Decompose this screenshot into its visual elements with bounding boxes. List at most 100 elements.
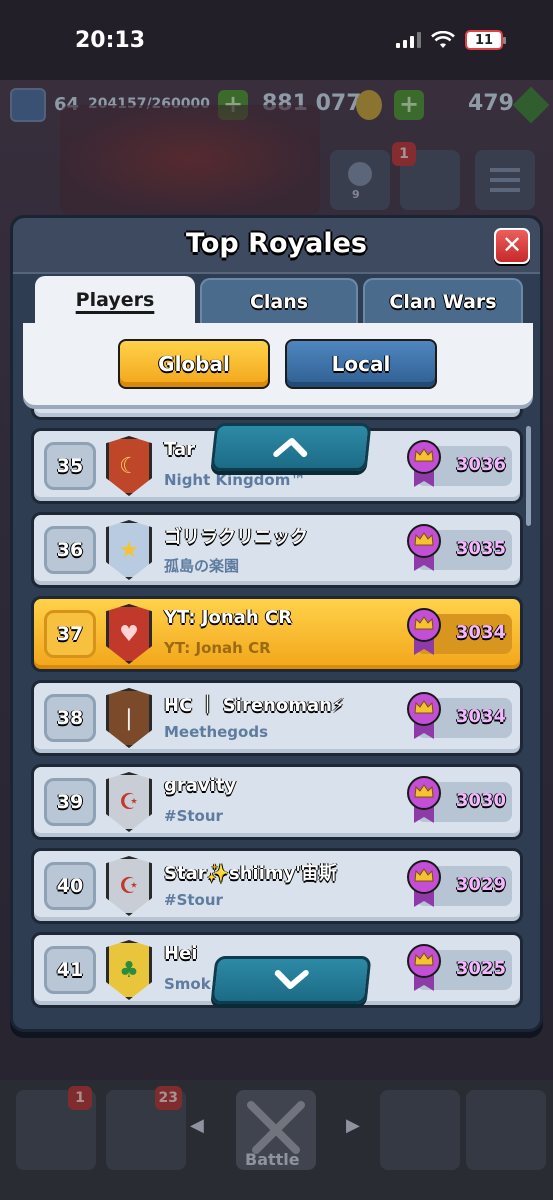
gem-amount: 479 bbox=[468, 91, 514, 116]
gold-coin-icon bbox=[356, 90, 382, 120]
rank-number: 37 bbox=[44, 610, 96, 658]
bamboo-icon: ❘ bbox=[119, 705, 139, 731]
shop-badge: 1 bbox=[68, 1086, 92, 1110]
leaderboard-tabs: Players Clans Clan Wars bbox=[35, 276, 525, 328]
nav-clan[interactable] bbox=[380, 1090, 460, 1170]
clan-name: YT: Jonah CR bbox=[164, 639, 271, 657]
trophy-count: 3030 bbox=[455, 790, 506, 811]
clan-name: Smok bbox=[164, 975, 211, 993]
trophy-count: 3034 bbox=[455, 622, 506, 643]
table-row[interactable]: 36 ★ ゴリラクリニック 孤島の楽園 3035 bbox=[31, 512, 523, 588]
close-button[interactable]: ✕ bbox=[494, 228, 530, 264]
social-button[interactable]: 9 bbox=[330, 150, 390, 210]
clan-name: #Stour bbox=[164, 807, 223, 825]
nav-events[interactable] bbox=[466, 1090, 546, 1170]
clan-badge-icon: ☪ bbox=[106, 856, 152, 916]
crown-medal-icon bbox=[407, 440, 441, 487]
player-name: Tar bbox=[164, 439, 195, 460]
rank-number: 36 bbox=[44, 526, 96, 574]
player-name: HC ｜ Sirenoman⚡ bbox=[164, 695, 345, 716]
gem-icon bbox=[512, 86, 550, 124]
crown-medal-icon bbox=[407, 860, 441, 907]
clan-badge-icon: ☪ bbox=[106, 772, 152, 832]
table-row[interactable]: 38 ❘ HC ｜ Sirenoman⚡ Meethegods 3034 bbox=[31, 680, 523, 756]
trophy-count: 3035 bbox=[455, 538, 506, 559]
global-button[interactable]: Global bbox=[118, 339, 270, 389]
scroll-up-button[interactable] bbox=[210, 423, 372, 471]
status-time: 20:13 bbox=[75, 28, 146, 53]
top-royales-dialog: Top Royales ✕ Players Clans Clan Wars Gl… bbox=[10, 215, 543, 1032]
table-row[interactable] bbox=[31, 406, 523, 420]
star-icon: ★ bbox=[119, 537, 139, 563]
status-bar: 20:13 11 bbox=[0, 0, 553, 80]
tree-icon: ♣ bbox=[119, 957, 139, 983]
battle-label: Battle bbox=[245, 1150, 300, 1169]
local-button[interactable]: Local bbox=[285, 339, 437, 389]
clan-badge-icon: ♣ bbox=[106, 940, 152, 1000]
table-row[interactable]: 39 ☪ gravity #Stour 3030 bbox=[31, 764, 523, 840]
dialog-title: Top Royales bbox=[186, 228, 367, 259]
rank-number: 39 bbox=[44, 778, 96, 826]
trophy-count: 3036 bbox=[455, 454, 506, 475]
status-icons: 11 bbox=[396, 30, 506, 50]
player-name: YT: Jonah CR bbox=[164, 607, 292, 628]
cards-badge: 23 bbox=[154, 1086, 182, 1110]
chevron-down-icon bbox=[274, 970, 309, 989]
tab-clan-wars[interactable]: Clan Wars bbox=[363, 278, 523, 326]
clan-name: Night Kingdom™ bbox=[164, 471, 306, 489]
trophy-count: 3029 bbox=[455, 874, 506, 895]
tab-clans[interactable]: Clans bbox=[200, 278, 358, 326]
crown-medal-icon bbox=[407, 692, 441, 739]
wifi-icon bbox=[431, 31, 455, 48]
player-name: Star✨shiimy'宙斯 bbox=[164, 863, 337, 884]
event-banner[interactable] bbox=[60, 105, 320, 215]
news-button[interactable]: 1 bbox=[392, 142, 460, 210]
news-badge: 1 bbox=[392, 142, 416, 166]
player-name: Hei bbox=[164, 943, 198, 964]
crescent-icon: ☪ bbox=[119, 873, 139, 899]
nav-left-arrow-icon[interactable]: ◀ bbox=[190, 1115, 204, 1136]
signal-icon bbox=[396, 32, 421, 48]
clan-badge-icon: ★ bbox=[106, 520, 152, 580]
battery-level: 11 bbox=[467, 32, 501, 48]
clan-name: #Stour bbox=[164, 891, 223, 909]
player-name: ゴリラクリニック bbox=[164, 527, 308, 548]
clan-badge-icon: ☾ bbox=[106, 436, 152, 496]
scroll-down-button[interactable] bbox=[210, 956, 372, 1004]
heart-icon: ♥ bbox=[119, 621, 139, 647]
add-gold-button[interactable]: + bbox=[394, 90, 424, 120]
clan-badge-icon: ❘ bbox=[106, 688, 152, 748]
friends-icon bbox=[348, 162, 372, 186]
crown-medal-icon bbox=[407, 524, 441, 571]
chevron-up-icon bbox=[273, 438, 308, 457]
crown-medal-icon bbox=[407, 944, 441, 991]
tab-players[interactable]: Players bbox=[35, 276, 195, 328]
crescent-icon: ☪ bbox=[119, 789, 139, 815]
moon-icon: ☾ bbox=[119, 453, 139, 479]
nav-right-arrow-icon[interactable]: ▶ bbox=[346, 1115, 360, 1136]
leaderboard-list[interactable]: 35 ☾ Tar Night Kingdom™ 3036 36 ★ ゴリラクリニ… bbox=[23, 406, 533, 1018]
battery-icon: 11 bbox=[465, 30, 506, 50]
bottom-nav: 1 23 bbox=[0, 1080, 553, 1200]
clan-badge-icon: ♥ bbox=[106, 604, 152, 664]
social-count: 9 bbox=[352, 188, 360, 201]
clan-name: Meethegods bbox=[164, 723, 269, 741]
scope-panel: Global Local bbox=[23, 323, 533, 405]
rank-number: 38 bbox=[44, 694, 96, 742]
level-badge-icon bbox=[10, 88, 46, 122]
table-row-current-player[interactable]: 37 ♥ YT: Jonah CR YT: Jonah CR 3034 bbox=[31, 596, 523, 672]
nav-shop[interactable]: 1 bbox=[16, 1086, 96, 1170]
crown-medal-icon bbox=[407, 776, 441, 823]
menu-button[interactable] bbox=[475, 150, 535, 210]
scrollbar[interactable] bbox=[526, 426, 531, 526]
rank-number: 41 bbox=[44, 946, 96, 994]
rank-number: 40 bbox=[44, 862, 96, 910]
trophy-count: 3034 bbox=[455, 706, 506, 727]
crown-medal-icon bbox=[407, 608, 441, 655]
nav-cards[interactable]: 23 bbox=[106, 1086, 186, 1170]
table-row[interactable]: 40 ☪ Star✨shiimy'宙斯 #Stour 3029 bbox=[31, 848, 523, 924]
clan-name: 孤島の楽園 bbox=[164, 557, 240, 575]
trophy-count: 3025 bbox=[455, 958, 506, 979]
player-name: gravity bbox=[164, 775, 237, 796]
hamburger-icon bbox=[490, 168, 520, 172]
